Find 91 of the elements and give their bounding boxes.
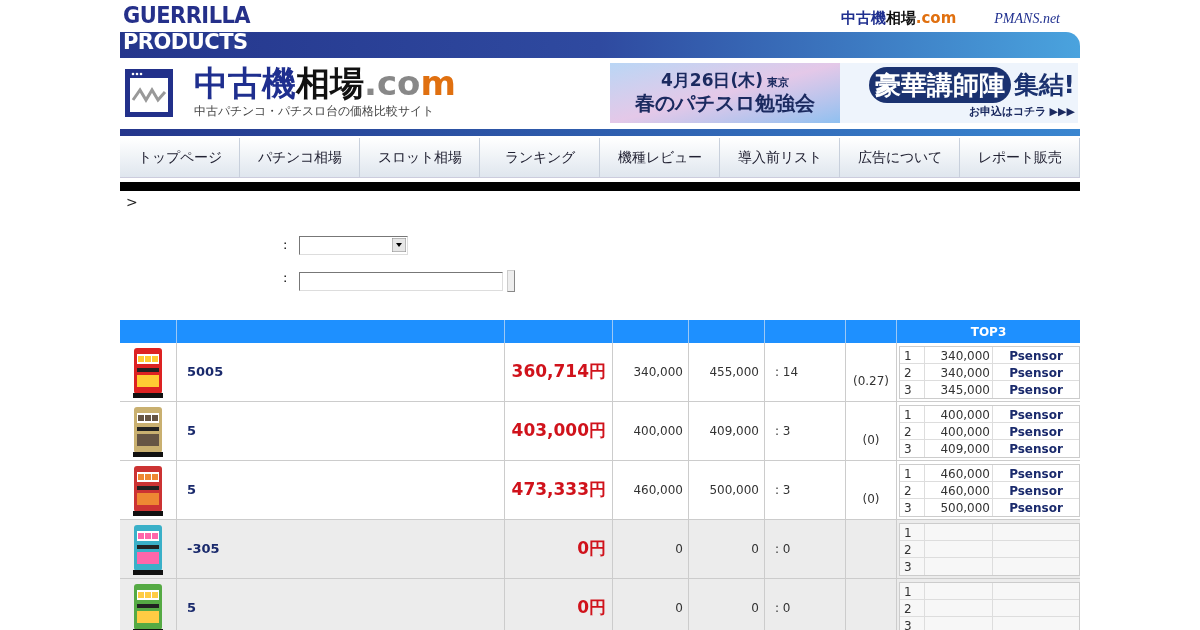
table-cell-text: 455,000: [709, 364, 759, 381]
nav-tab[interactable]: 導入前リスト: [720, 138, 840, 177]
machine-link[interactable]: 5: [187, 598, 197, 618]
table-cell-text: : 0: [775, 600, 791, 617]
rank-number: 3: [904, 500, 912, 515]
average-price: 473,333円: [511, 478, 606, 502]
rank-number: 3: [904, 559, 912, 574]
breadcrumb: >: [126, 193, 138, 212]
table-cell-text: 340,000: [633, 364, 683, 381]
shop-link[interactable]: Psensor: [1009, 500, 1063, 515]
table-cell-text: : 0: [775, 541, 791, 558]
table-cell-text: (0.27): [852, 372, 890, 390]
table-cell: 340,000: [940, 348, 990, 363]
rank-number: 2: [904, 483, 912, 498]
dropdown-field[interactable]: [299, 235, 408, 255]
caret-icon: [392, 238, 406, 252]
table-cell: 400,000: [940, 424, 990, 439]
banner-event: 春のパチスロ勉強会: [635, 91, 815, 117]
rank-number: 2: [904, 542, 912, 557]
table-cell-text: 500,000: [709, 482, 759, 499]
table-cell-text: (0): [862, 431, 880, 449]
column-header: TOP3: [970, 323, 1007, 341]
table-cell: 500,000: [940, 500, 990, 515]
rank-number: 1: [904, 407, 912, 422]
brand-logo-text: PRODUCTS: [123, 31, 248, 53]
table-cell: 460,000: [940, 483, 990, 498]
nav-tab[interactable]: トップページ: [120, 138, 240, 177]
rank-number: 1: [904, 348, 912, 363]
rank-number: 1: [904, 584, 912, 599]
rank-number: 2: [904, 365, 912, 380]
banner-headline: 豪華講師陣: [868, 66, 1011, 103]
shop-link[interactable]: Psensor: [1009, 466, 1063, 481]
rank-number: 3: [904, 618, 912, 630]
machine-link[interactable]: 5: [187, 480, 197, 500]
table-cell-text: : 3: [775, 423, 791, 440]
shop-link[interactable]: Psensor: [1009, 407, 1063, 422]
table-cell-text: 0: [751, 600, 759, 617]
table-cell-text: 0: [675, 600, 683, 617]
rank-number: 2: [904, 601, 912, 616]
field-label: :: [283, 269, 289, 288]
average-price: 0円: [577, 537, 606, 561]
machine-link[interactable]: -305: [187, 539, 220, 559]
average-price: 0円: [577, 596, 606, 620]
nav-tab[interactable]: パチンコ相場: [240, 138, 360, 177]
banner-link[interactable]: お申込はコチラ ▶▶▶: [968, 103, 1075, 120]
average-price: 403,000円: [511, 419, 606, 443]
table-cell: 400,000: [940, 407, 990, 422]
shop-link[interactable]: Psensor: [1009, 382, 1063, 397]
nav-tab[interactable]: 広告について: [840, 138, 960, 177]
site-tagline: 中古パチンコ・パチスロ台の価格比較サイト: [194, 103, 435, 120]
shop-link[interactable]: Psensor: [1009, 365, 1063, 380]
site-logo[interactable]: 中古機相場.com: [194, 66, 456, 100]
table-cell-text: : 3: [775, 482, 791, 499]
machine-link[interactable]: 5: [187, 421, 197, 441]
nav-tab[interactable]: 機種レビュー: [600, 138, 720, 177]
table-cell-text: : 14: [775, 364, 799, 381]
table-cell-text: 0: [751, 541, 759, 558]
rank-number: 3: [904, 382, 912, 397]
table-cell-text: (0): [862, 490, 880, 508]
rank-number: 1: [904, 466, 912, 481]
field-label: :: [283, 236, 289, 255]
table-cell-text: 0: [675, 541, 683, 558]
banner-date: 4月26日(木): [661, 69, 763, 92]
submit-button[interactable]: [507, 270, 515, 292]
shop-link[interactable]: Psensor: [1009, 441, 1063, 456]
table-cell: 460,000: [940, 466, 990, 481]
rank-number: 1: [904, 525, 912, 540]
shop-link[interactable]: Psensor: [1009, 348, 1063, 363]
shop-link[interactable]: Psensor: [1009, 424, 1063, 439]
machine-link[interactable]: 5005: [187, 362, 224, 382]
shop-link[interactable]: Psensor: [1009, 483, 1063, 498]
event-banner[interactable]: 4月26日(木) 東京 春のパチスロ勉強会 豪華講師陣 集結! お申込はコチラ ▶▶▶: [610, 63, 1078, 123]
table-cell-text: 400,000: [633, 423, 683, 440]
text-field[interactable]: [299, 271, 503, 291]
brand-logo-text: GUERRILLA: [123, 4, 251, 31]
partner-link[interactable]: PMANS.net: [994, 7, 1060, 29]
table-cell-text: 460,000: [633, 482, 683, 499]
rank-number: 2: [904, 424, 912, 439]
table-cell: 345,000: [940, 382, 990, 397]
rank-number: 3: [904, 441, 912, 456]
table-cell: 409,000: [940, 441, 990, 456]
banner-headline: 集結!: [1013, 69, 1075, 101]
nav-tab[interactable]: ランキング: [480, 138, 600, 177]
nav-tab[interactable]: レポート販売: [960, 138, 1080, 177]
table-cell-text: 409,000: [709, 423, 759, 440]
nav-tab[interactable]: スロット相場: [360, 138, 480, 177]
chart-window-icon: [124, 68, 174, 118]
banner-place: 東京: [767, 75, 789, 90]
site-link[interactable]: 中古機相場.com: [840, 7, 957, 30]
average-price: 360,714円: [511, 360, 606, 384]
table-cell: 340,000: [940, 365, 990, 380]
